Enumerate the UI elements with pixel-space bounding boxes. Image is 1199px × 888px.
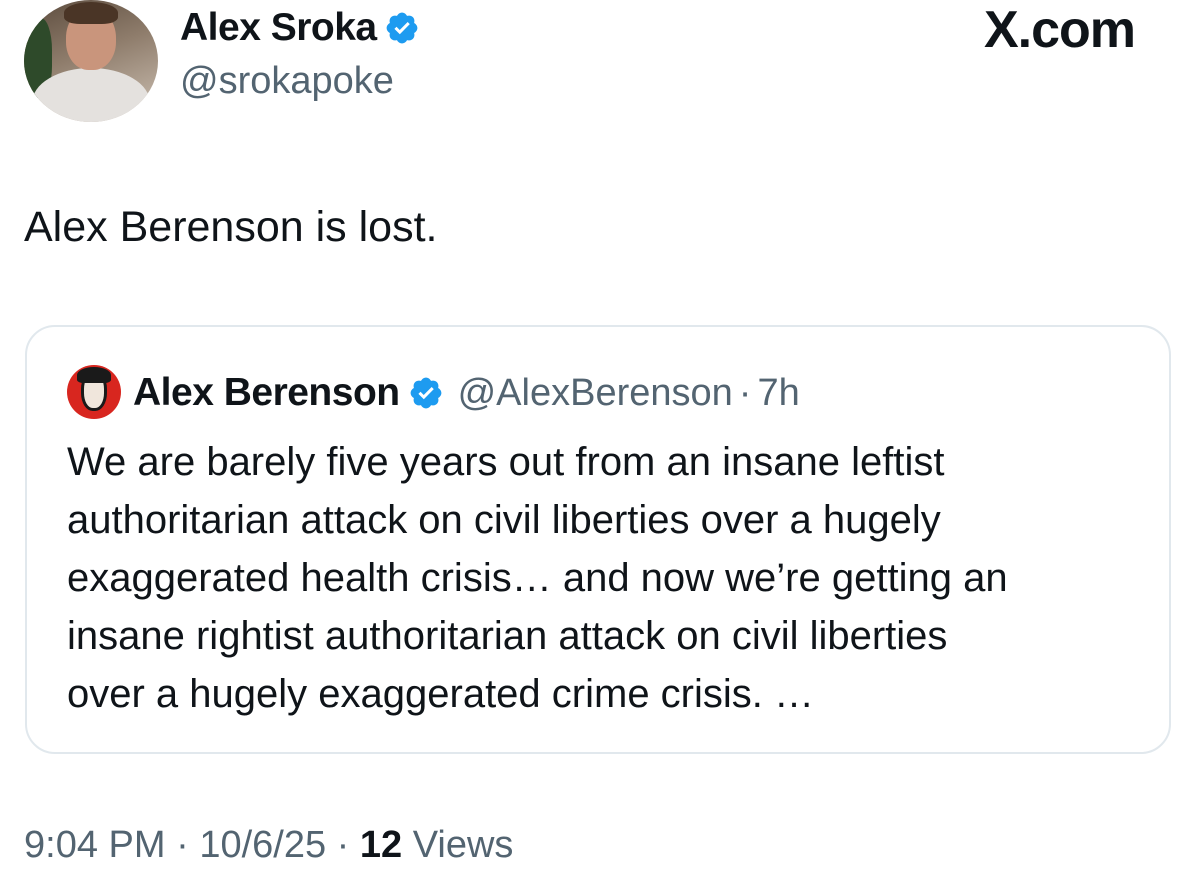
meta-separator: · xyxy=(165,824,200,866)
quoted-tweet-card[interactable]: Alex Berenson @AlexBerenson · 7h We are … xyxy=(25,325,1171,754)
quoted-text-line: We are barely five years out from an ins… xyxy=(67,440,945,484)
quoted-author-avatar[interactable] xyxy=(67,365,121,419)
quoted-avatar-hair xyxy=(77,367,111,383)
author-handle[interactable]: @srokapoke xyxy=(180,60,394,103)
quoted-text-line: over a hugely exaggerated crime crisis. … xyxy=(67,672,814,716)
quoted-tweet-time[interactable]: 7h xyxy=(757,372,799,415)
tweet-meta: 9:04 PM · 10/6/25 · 12 Views xyxy=(24,824,513,867)
quoted-text-line: insane rightist authoritarian attack on … xyxy=(67,614,948,658)
verified-badge-icon xyxy=(386,12,417,44)
avatar-hair xyxy=(64,2,118,24)
quoted-author-handle[interactable]: @AlexBerenson xyxy=(458,372,733,415)
quoted-author-name[interactable]: Alex Berenson xyxy=(133,371,400,415)
quoted-tweet-text: We are barely five years out from an ins… xyxy=(67,433,1147,723)
views-count[interactable]: 12 xyxy=(360,824,402,866)
tweet-time[interactable]: 9:04 PM xyxy=(24,824,166,866)
verified-badge-icon xyxy=(410,377,441,409)
author-name-row[interactable]: Alex Sroka xyxy=(180,6,420,50)
quoted-time-separator: · xyxy=(738,371,752,414)
meta-separator: · xyxy=(326,824,360,866)
views-label: Views xyxy=(402,824,514,866)
author-name[interactable]: Alex Sroka xyxy=(180,6,377,50)
tweet-text: Alex Berenson is lost. xyxy=(24,203,438,251)
quoted-text-line: authoritarian attack on civil liberties … xyxy=(67,498,941,542)
x-logo: X.com xyxy=(983,1,1136,59)
author-avatar[interactable] xyxy=(24,0,158,122)
quoted-tweet-header: Alex Berenson @AlexBerenson · 7h xyxy=(133,367,800,419)
tweet-date[interactable]: 10/6/25 xyxy=(199,824,326,866)
quoted-text-line: exaggerated health crisis… and now we’re… xyxy=(67,556,1008,600)
